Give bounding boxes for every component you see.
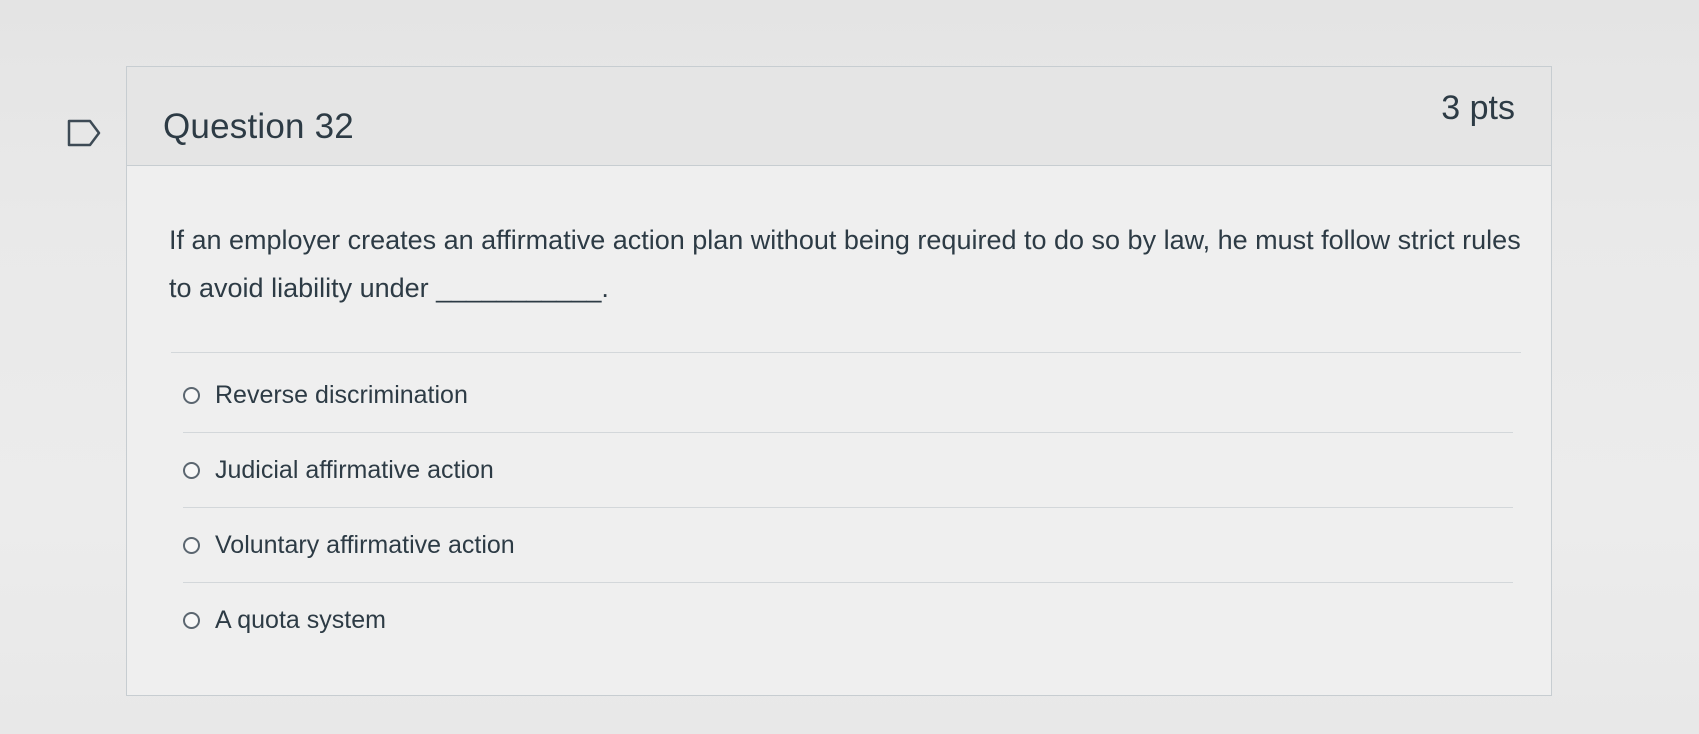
question-title: Question 32 (163, 107, 354, 146)
radio-button-icon[interactable] (183, 536, 200, 554)
radio-button-icon[interactable] (183, 386, 200, 404)
answer-option[interactable]: Voluntary affirmative action (183, 508, 1513, 583)
question-text: If an employer creates an affirmative ac… (169, 225, 1521, 303)
question-header: Question 32 3 pts (127, 67, 1551, 166)
answer-option[interactable]: A quota system (183, 583, 1513, 657)
answer-label: Reverse discrimination (215, 380, 468, 409)
radio-button-icon[interactable] (183, 611, 200, 629)
question-points: 3 pts (1441, 89, 1515, 127)
flag-question-icon (67, 119, 101, 147)
answer-option[interactable]: Judicial affirmative action (183, 433, 1513, 508)
answers-divider (171, 352, 1521, 353)
radio-button-icon[interactable] (183, 461, 200, 479)
answer-label: Voluntary affirmative action (215, 530, 515, 559)
answer-option[interactable]: Reverse discrimination (183, 358, 1513, 433)
question-card: Question 32 3 pts If an employer creates… (126, 66, 1552, 696)
answer-label: A quota system (215, 605, 386, 634)
answer-label: Judicial affirmative action (215, 455, 494, 484)
flag-question-button[interactable] (66, 118, 106, 148)
